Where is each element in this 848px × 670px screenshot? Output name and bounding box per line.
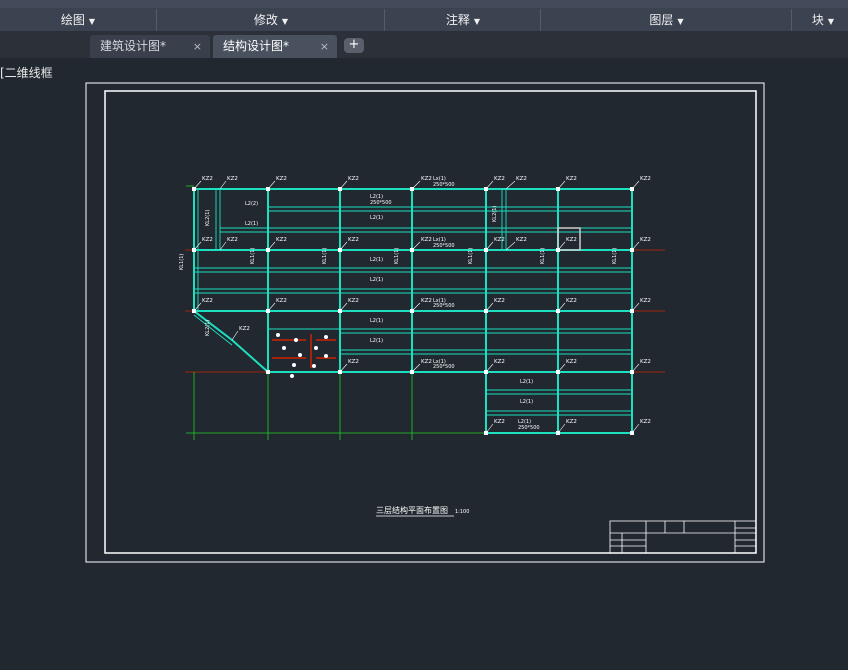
label-leaders xyxy=(193,180,640,434)
beam-label: L2(1) xyxy=(370,338,383,344)
drawing-title: 三层结构平面布置图 xyxy=(376,505,448,515)
beam-label: L2(1) xyxy=(245,221,258,227)
beam-label: KL1(1) xyxy=(468,248,474,264)
column-label: KZ2 xyxy=(348,359,359,365)
drawing-scale: 1:100 xyxy=(455,509,469,515)
column-label: KZ2 xyxy=(640,176,651,182)
column-label: KZ2 xyxy=(348,298,359,304)
column-label: KZ2 xyxy=(494,237,505,243)
column-label: KZ2 xyxy=(640,359,651,365)
column-labels: KZ2 KZ2 KZ2 KZ2 KZ2 KZ2 KZ2 KZ2 KZ2 KZ2 … xyxy=(202,176,651,425)
paper-border xyxy=(85,82,765,563)
column-label: KZ2 xyxy=(421,176,432,182)
beam-label: L2(2) xyxy=(245,201,258,207)
axis-lines-vertical xyxy=(186,185,486,440)
column-label: KZ2 xyxy=(566,298,577,304)
beam-label: KL1(1) xyxy=(612,248,618,264)
column-label: KZ2 xyxy=(227,237,238,243)
beam-label: L2(1) xyxy=(370,277,383,283)
beam-label: L2(1) xyxy=(520,379,533,385)
beam-label: L2(1) xyxy=(370,257,383,263)
column-label: KZ2 xyxy=(566,176,577,182)
column-label: KZ2 xyxy=(276,237,287,243)
column-label: KZ2 xyxy=(276,298,287,304)
beam-label: 250*500 xyxy=(433,303,455,309)
title-block xyxy=(609,520,757,554)
column-label: KZ2 xyxy=(566,359,577,365)
beam-label: KL2(1) xyxy=(205,210,211,226)
beam-label: KL2(1) xyxy=(205,320,211,336)
beam-label: KL1(1) xyxy=(322,248,328,264)
beam-label: L2(1) xyxy=(370,215,383,221)
column-label: KZ2 xyxy=(202,298,213,304)
beam-label: 250*500 xyxy=(370,200,392,206)
column-label: KZ2 xyxy=(494,419,505,425)
column-label: KZ2 xyxy=(516,176,527,182)
column-label: KZ2 xyxy=(494,359,505,365)
beam-label: KL1(1) xyxy=(179,254,185,270)
beam-label: L2(1) xyxy=(520,399,533,405)
column-label: KZ2 xyxy=(421,237,432,243)
column-label: KZ2 xyxy=(239,326,250,332)
column-label: KZ2 xyxy=(494,176,505,182)
column-label: KZ2 xyxy=(516,237,527,243)
beam-label: 250*500 xyxy=(433,182,455,188)
column-label: KZ2 xyxy=(421,359,432,365)
column-label: KZ2 xyxy=(276,176,287,182)
column-label: KZ2 xyxy=(494,298,505,304)
column-label: KZ2 xyxy=(202,176,213,182)
column-label: KZ2 xyxy=(227,176,238,182)
column-label: KZ2 xyxy=(566,237,577,243)
column-label: KZ2 xyxy=(640,298,651,304)
column-label: KZ2 xyxy=(640,419,651,425)
column-label: KZ2 xyxy=(566,419,577,425)
beam-label: L2(1) xyxy=(370,318,383,324)
drawing-canvas[interactable]: 三层结构平面布置图 1:100 KZ2 KZ2 KZ2 KZ2 KZ2 KZ2 … xyxy=(0,0,848,670)
beam-label: KL1(1) xyxy=(250,248,256,264)
column-label: KZ2 xyxy=(640,237,651,243)
beam-label: KL1(1) xyxy=(394,248,400,264)
beam-label: 250*500 xyxy=(518,425,540,431)
beam-label: 250*500 xyxy=(433,364,455,370)
beam-label: KL1(1) xyxy=(540,248,546,264)
column-label: KZ2 xyxy=(348,237,359,243)
beam-label: 250*500 xyxy=(433,243,455,249)
column-label: KZ2 xyxy=(348,176,359,182)
column-label: KZ2 xyxy=(421,298,432,304)
column-label: KZ2 xyxy=(202,237,213,243)
beam-label: KL2(1) xyxy=(492,206,498,222)
